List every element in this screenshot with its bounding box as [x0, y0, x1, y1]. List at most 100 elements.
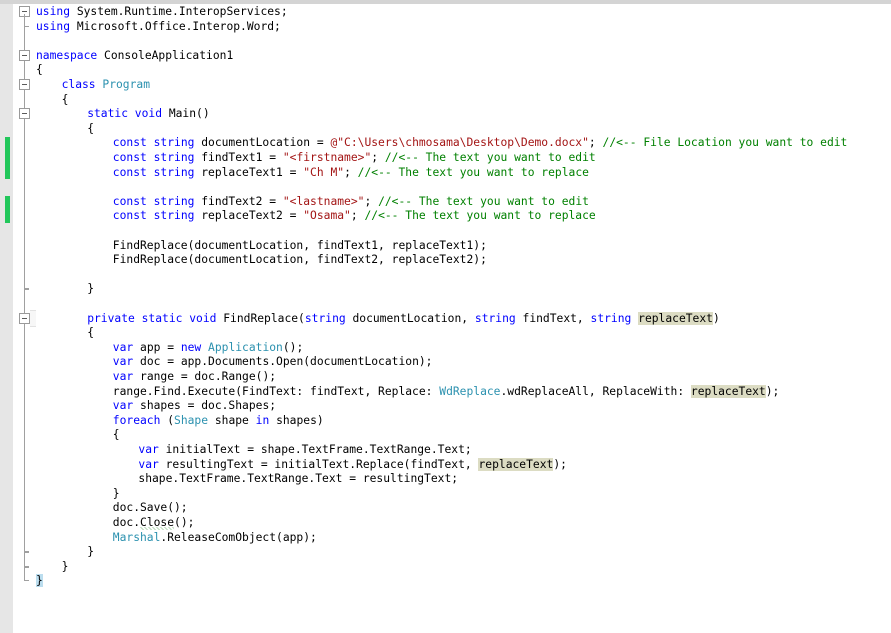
code-token: resultingText = initialText.Replace(find… [165, 457, 479, 471]
code-line[interactable]: const string findText1 = "<firstname>"; … [113, 151, 596, 166]
code-line[interactable]: var range = doc.Range(); [113, 370, 276, 385]
collapse-region-icon[interactable] [19, 79, 30, 90]
code-token: doc.Save(); [112, 501, 188, 515]
code-line[interactable]: } [87, 282, 94, 297]
code-token: "Ch M" [303, 165, 345, 179]
outline-branch-tick [24, 289, 29, 291]
code-token: doc = app.Documents.Open(documentLocatio… [140, 355, 433, 369]
code-token: findText, [522, 311, 591, 325]
code-line[interactable]: { [62, 93, 69, 108]
code-line[interactable]: FindReplace(documentLocation, findText1,… [113, 239, 487, 254]
code-token: const [112, 136, 154, 150]
code-token: doc. [112, 516, 141, 529]
code-token: void [134, 107, 169, 121]
code-token: var [112, 399, 141, 413]
collapse-region-icon[interactable] [19, 312, 30, 324]
code-line[interactable]: range.Find.Execute(FindText: findText, R… [113, 384, 779, 400]
code-line[interactable]: var app = new Application(); [113, 341, 303, 356]
code-token: void [189, 311, 224, 325]
code-token: shape [208, 413, 256, 427]
code-line[interactable]: } [36, 574, 43, 589]
code-token: var [112, 340, 141, 354]
code-token: var [112, 355, 141, 369]
code-token: string [474, 311, 523, 325]
code-line[interactable]: { [36, 63, 43, 78]
code-token: documentLocation = [201, 136, 331, 150]
code-token: ; [350, 209, 365, 223]
code-token: } [87, 545, 94, 559]
code-token: Application [208, 340, 283, 354]
code-line[interactable]: doc.Save(); [113, 501, 188, 516]
code-line[interactable]: Marshal.ReleaseComObject(app); [113, 531, 317, 546]
code-token: string [590, 311, 639, 325]
code-line[interactable]: const string replaceText1 = "Ch M"; //<-… [113, 166, 589, 181]
code-token: var [112, 370, 141, 383]
collapse-region-icon[interactable] [19, 49, 30, 61]
code-line[interactable]: private static void FindReplace(string d… [87, 311, 720, 327]
code-line[interactable]: namespace ConsoleApplication1 [36, 49, 233, 64]
code-token: string [153, 136, 202, 150]
brace-match-token: } [36, 574, 43, 588]
code-line[interactable]: using System.Runtime.InteropServices; [36, 5, 288, 20]
code-token: var [138, 457, 166, 471]
code-line[interactable]: class Program [62, 78, 150, 93]
code-line[interactable]: doc.Close(); [112, 516, 195, 531]
code-token: string [153, 165, 202, 179]
code-line[interactable]: var initialText = shape.TextFrame.TextRa… [138, 443, 471, 458]
code-token: (); [174, 516, 195, 529]
code-token: Marshal [112, 530, 161, 544]
outline-tree-line [24, 11, 25, 582]
code-token: WdReplace [439, 384, 501, 398]
code-line[interactable]: const string replaceText2 = "Osama"; //<… [113, 209, 596, 224]
outline-region-end-marker [24, 553, 29, 567]
code-text-surface[interactable]: using System.Runtime.InteropServices; usi… [36, 4, 891, 633]
code-token: findText2 = [201, 194, 283, 208]
code-token: ; [588, 136, 603, 150]
code-token: "Osama" [303, 209, 351, 223]
unsaved-change-bar [5, 195, 10, 223]
code-token: FindReplace( [223, 311, 305, 325]
code-token: FindReplace(documentLocation, findText2,… [112, 253, 487, 267]
code-token: string [153, 209, 202, 223]
outline-branch-tick [24, 566, 29, 568]
code-line[interactable]: } [113, 487, 120, 502]
code-token: //<-- The text you want to edit [378, 194, 589, 208]
code-token: ; [371, 151, 385, 164]
reference-highlight-token: replaceText [638, 311, 713, 325]
code-line[interactable]: foreach (Shape shape in shapes) [113, 414, 324, 429]
code-token: Shape [174, 413, 209, 427]
code-token: Program [102, 78, 151, 91]
code-line[interactable]: const string documentLocation = @"C:\Use… [113, 136, 848, 151]
code-token: @"C:\Users\chmosama\Desktop\Demo.docx" [330, 136, 589, 150]
code-token: (); [282, 340, 304, 354]
code-line[interactable]: var resultingText = initialText.Replace(… [138, 457, 567, 473]
outline-region-end-marker [24, 276, 29, 290]
code-token: range = doc.Range(); [140, 370, 277, 383]
code-line[interactable]: const string findText2 = "<lastname>"; /… [113, 195, 589, 210]
code-token: const [112, 151, 154, 164]
code-token: { [87, 326, 94, 340]
collapse-region-icon[interactable] [19, 108, 30, 120]
code-token: Microsoft.Office.Interop.Word; [76, 19, 281, 33]
code-line[interactable]: var shapes = doc.Shapes; [113, 399, 276, 414]
code-token: } [87, 282, 94, 296]
code-token: { [36, 63, 43, 77]
code-line[interactable]: shape.TextFrame.TextRange.Text = resulti… [138, 472, 458, 487]
code-line[interactable]: static void Main() [87, 107, 209, 122]
code-line[interactable]: } [62, 560, 69, 575]
code-line[interactable]: FindReplace(documentLocation, findText2,… [113, 253, 487, 268]
unsaved-change-bar [5, 137, 10, 180]
code-line[interactable]: using Microsoft.Office.Interop.Word; [36, 20, 281, 35]
code-line[interactable]: { [87, 326, 94, 341]
code-token: initialText = shape.TextFrame.TextRange.… [165, 443, 472, 456]
code-token: FindReplace(documentLocation, findText1,… [112, 238, 487, 252]
selection-margin[interactable] [0, 4, 13, 633]
code-token: ; [344, 165, 358, 179]
code-line[interactable]: } [87, 545, 94, 560]
code-line[interactable]: var doc = app.Documents.Open(documentLoc… [113, 355, 433, 370]
code-token: //<-- The text you want to replace [364, 209, 596, 223]
code-line[interactable]: { [113, 428, 120, 443]
outline-region-end-marker [24, 568, 29, 582]
code-token: app = [140, 340, 181, 354]
code-line[interactable]: { [87, 122, 94, 137]
